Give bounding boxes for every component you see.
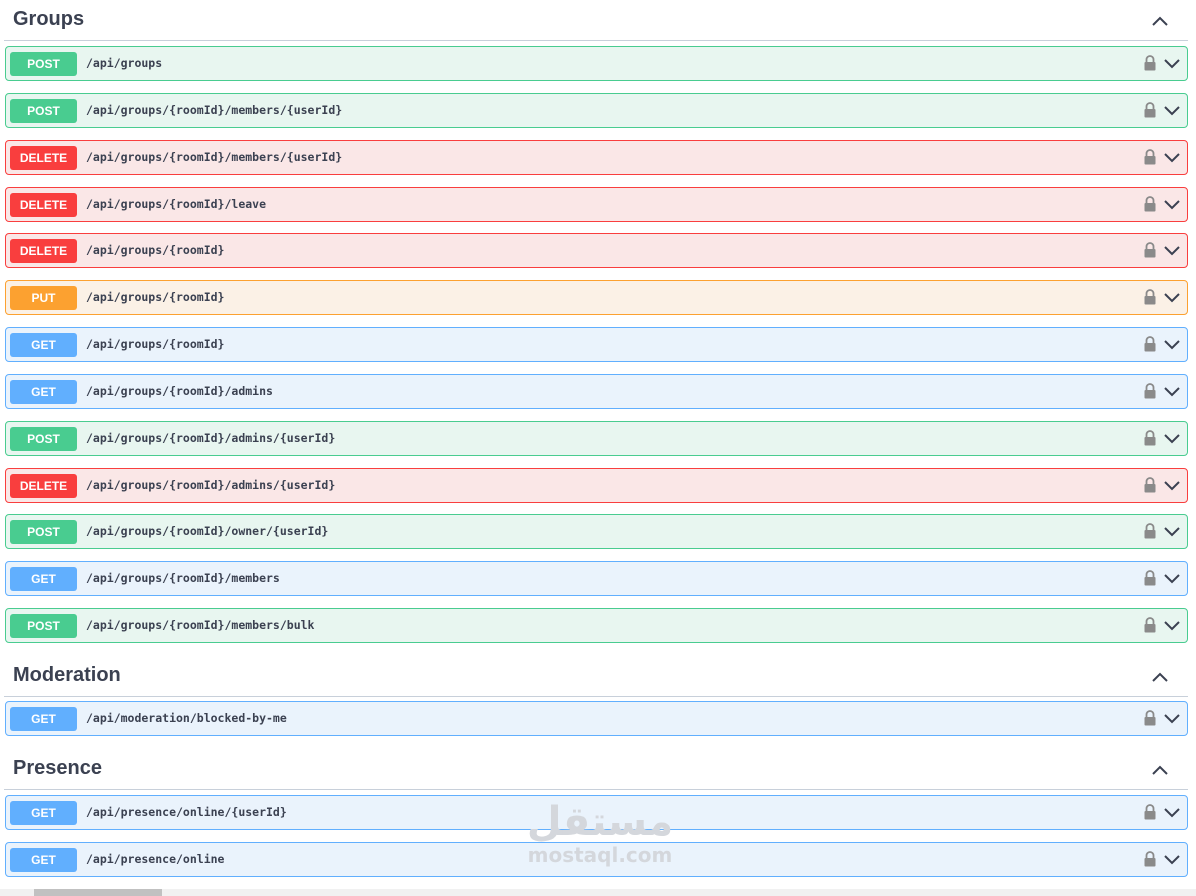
section-title: Groups [13,8,85,30]
operation-path: /api/moderation/blocked-by-me [86,711,287,725]
lock-icon[interactable] [1143,569,1157,587]
chevron-down-icon[interactable] [1163,103,1181,117]
chevron-down-icon[interactable] [1163,618,1181,632]
operation-path: /api/groups/{roomId}/owner/{userId} [86,524,329,538]
section-title: Moderation [13,664,121,686]
method-badge: GET [10,707,77,731]
lock-icon[interactable] [1143,101,1157,119]
operation-path: /api/groups/{roomId} [86,337,225,351]
lock-icon[interactable] [1143,288,1157,306]
chevron-down-icon[interactable] [1163,478,1181,492]
method-badge: DELETE [10,146,77,170]
operation-path: /api/groups/{roomId} [86,243,225,257]
operation-path: /api/presence/online [86,852,225,866]
operation-path: /api/groups/{roomId}/admins/{userId} [86,431,336,445]
operation-block[interactable]: POST /api/groups/{roomId}/admins/{userId… [5,421,1188,456]
lock-icon[interactable] [1143,382,1157,400]
operation-path: /api/groups/{roomId}/admins/{userId} [86,478,336,492]
method-badge: DELETE [10,193,77,217]
chevron-down-icon[interactable] [1163,243,1181,257]
scrollbar-thumb[interactable] [34,889,162,896]
chevron-down-icon[interactable] [1163,711,1181,725]
lock-icon[interactable] [1143,616,1157,634]
lock-icon[interactable] [1143,335,1157,353]
horizontal-scrollbar[interactable] [0,889,1196,896]
operation-block[interactable]: POST /api/groups/{roomId}/members/{userI… [5,93,1188,128]
operation-block[interactable]: POST /api/groups/{roomId}/members/bulk [5,608,1188,643]
operation-path: /api/groups/{roomId}/leave [86,197,267,211]
lock-icon[interactable] [1143,709,1157,727]
chevron-down-icon[interactable] [1163,571,1181,585]
operation-block[interactable]: GET /api/presence/online [5,842,1188,877]
method-badge: GET [10,848,77,872]
swagger-operations-list: Groups POST /api/groups POST /api/groups… [0,0,1196,896]
operation-block[interactable]: PUT /api/groups/{roomId} [5,280,1188,315]
method-badge: GET [10,380,77,404]
chevron-down-icon[interactable] [1163,150,1181,164]
operation-path: /api/groups [86,56,163,70]
chevron-down-icon[interactable] [1163,431,1181,445]
chevron-down-icon[interactable] [1163,290,1181,304]
chevron-up-icon[interactable] [1150,761,1170,781]
operation-block[interactable]: DELETE /api/groups/{roomId} [5,233,1188,268]
operation-block[interactable]: GET /api/groups/{roomId}/members [5,561,1188,596]
chevron-up-icon[interactable] [1150,12,1170,32]
method-badge: GET [10,567,77,591]
method-badge: POST [10,99,77,123]
chevron-down-icon[interactable] [1163,852,1181,866]
chevron-up-icon[interactable] [1150,668,1170,688]
method-badge: POST [10,520,77,544]
chevron-down-icon[interactable] [1163,524,1181,538]
lock-icon[interactable] [1143,54,1157,72]
operation-path: /api/groups/{roomId}/members [86,571,280,585]
method-badge: POST [10,427,77,451]
chevron-down-icon[interactable] [1163,384,1181,398]
operation-path: /api/groups/{roomId}/admins [86,384,273,398]
chevron-down-icon[interactable] [1163,805,1181,819]
operation-block[interactable]: POST /api/groups [5,46,1188,81]
operation-block[interactable]: GET /api/groups/{roomId}/admins [5,374,1188,409]
method-badge: GET [10,801,77,825]
lock-icon[interactable] [1143,850,1157,868]
method-badge: DELETE [10,474,77,498]
method-badge: DELETE [10,239,77,263]
operation-block[interactable]: DELETE /api/groups/{roomId}/members/{use… [5,140,1188,175]
method-badge: GET [10,333,77,357]
operation-block[interactable]: GET /api/presence/online/{userId} [5,795,1188,830]
operation-block[interactable]: DELETE /api/groups/{roomId}/leave [5,187,1188,222]
section-header-groups[interactable]: Groups [4,1,1188,41]
lock-icon[interactable] [1143,522,1157,540]
operation-block[interactable]: GET /api/groups/{roomId} [5,327,1188,362]
method-badge: POST [10,52,77,76]
method-badge: PUT [10,286,77,310]
chevron-down-icon[interactable] [1163,337,1181,351]
lock-icon[interactable] [1143,241,1157,259]
lock-icon[interactable] [1143,476,1157,494]
operation-block[interactable]: DELETE /api/groups/{roomId}/admins/{user… [5,468,1188,503]
method-badge: POST [10,614,77,638]
lock-icon[interactable] [1143,195,1157,213]
lock-icon[interactable] [1143,148,1157,166]
section-header-presence[interactable]: Presence [4,750,1188,790]
operation-path: /api/groups/{roomId}/members/{userId} [86,103,343,117]
lock-icon[interactable] [1143,803,1157,821]
chevron-down-icon[interactable] [1163,197,1181,211]
lock-icon[interactable] [1143,429,1157,447]
operation-path: /api/groups/{roomId}/members/{userId} [86,150,343,164]
operation-path: /api/groups/{roomId}/members/bulk [86,618,315,632]
operation-path: /api/presence/online/{userId} [86,805,287,819]
operation-path: /api/groups/{roomId} [86,290,225,304]
chevron-down-icon[interactable] [1163,56,1181,70]
section-title: Presence [13,757,102,779]
operation-block[interactable]: GET /api/moderation/blocked-by-me [5,701,1188,736]
operation-block[interactable]: POST /api/groups/{roomId}/owner/{userId} [5,514,1188,549]
section-header-moderation[interactable]: Moderation [4,657,1188,697]
